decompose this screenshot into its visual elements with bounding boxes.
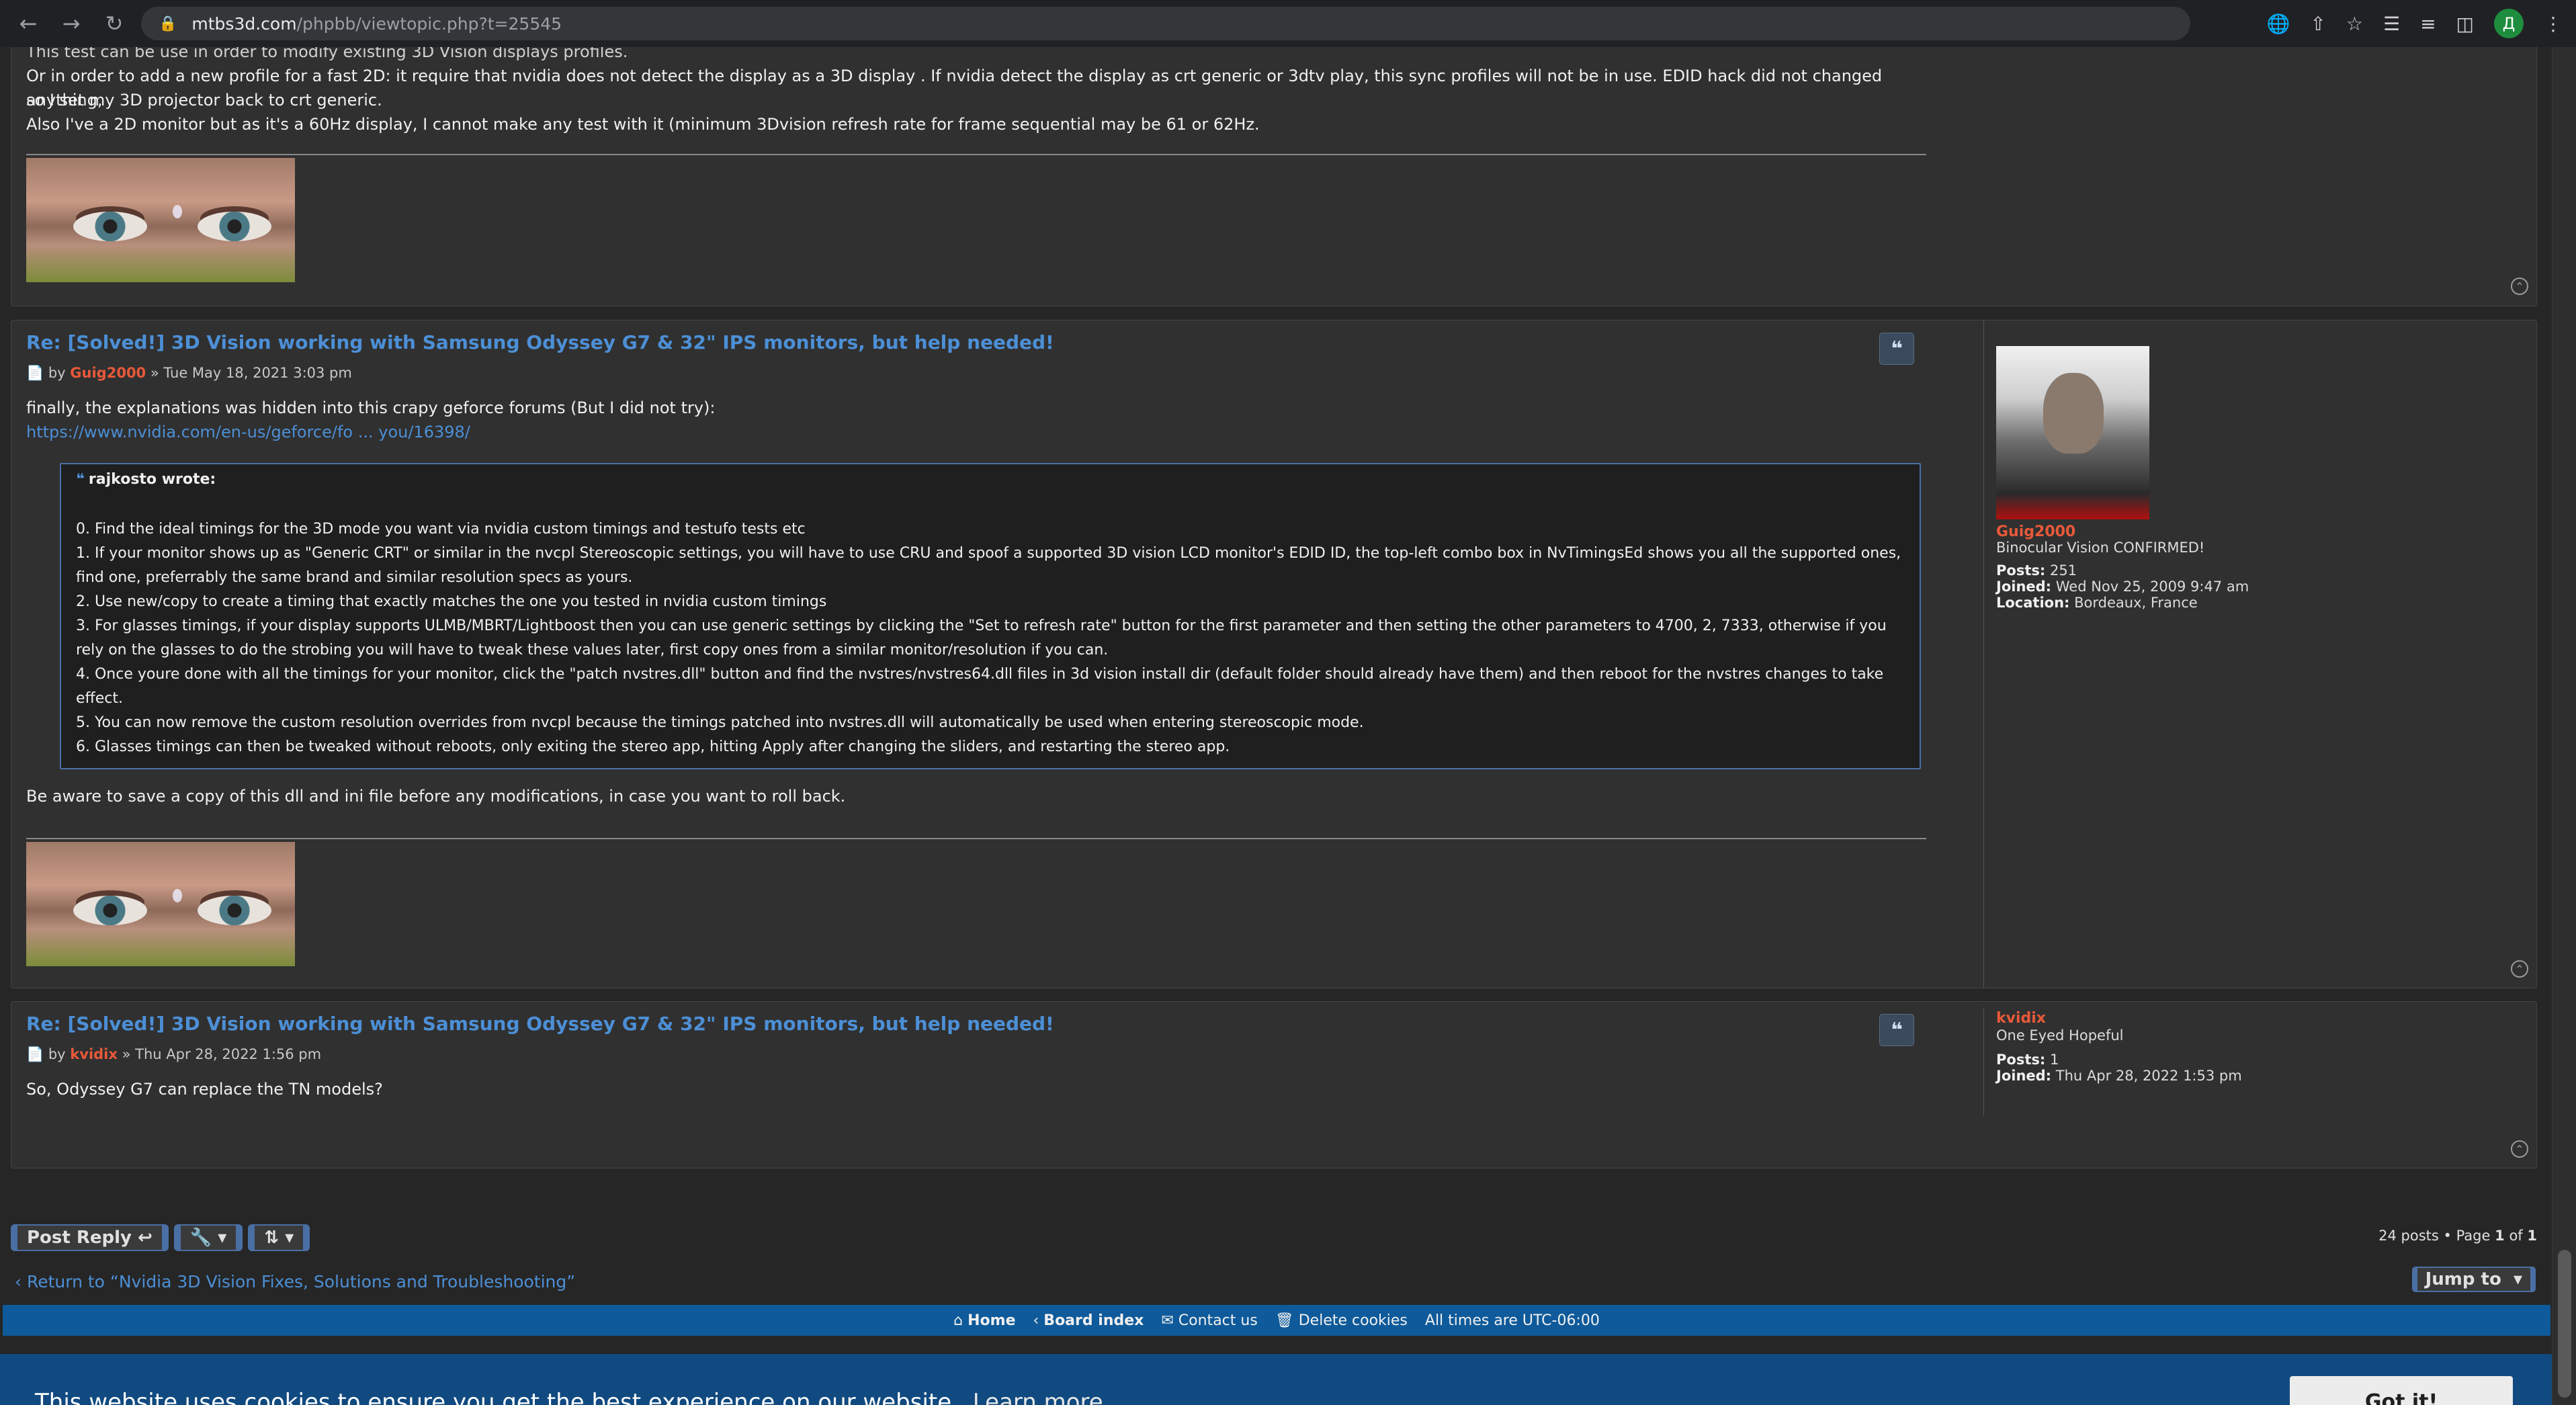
cookie-banner: This website uses cookies to ensure you … [0,1354,2553,1405]
address-bar[interactable]: 🔒 mtbs3d.com/phpbb/viewtopic.php?t=25545 [141,7,2190,40]
post-guig2000: Re: [Solved!] 3D Vision working with Sam… [11,320,2537,988]
post-line: Also I've a 2D monitor but as it's a 60H… [26,115,1260,134]
return-to-forum-link[interactable]: ‹ Return to “Nvidia 3D Vision Fixes, Sol… [15,1272,575,1291]
profile-joined: Joined: Wed Nov 25, 2009 9:47 am [1996,579,2249,595]
post-meta: 📄 by Guig2000 » Tue May 18, 2021 3:03 pm [26,365,352,381]
reading-list-icon[interactable]: ≡ [2420,13,2436,35]
quote-line: find one, preferrably the same brand and… [76,569,633,586]
share-icon[interactable]: ⇧ [2310,13,2325,35]
avatar[interactable] [1996,346,2149,519]
board-index-link[interactable]: ‹ Board index [1033,1312,1144,1329]
chevron-down-icon: ▾ [285,1228,294,1248]
back-to-top-icon[interactable]: ⌃ [2511,278,2528,295]
profile-username[interactable]: kvidix [1996,1010,2046,1027]
reload-icon[interactable]: ↻ [99,9,129,38]
translate-icon[interactable]: 🌐 [2267,13,2290,35]
quote-line: 4. Once youre done with all the timings … [76,666,1884,683]
chevron-down-icon: ▾ [218,1228,227,1248]
reply-arrow-icon: ↩ [138,1228,153,1248]
home-icon: ⌂ [953,1312,963,1329]
browser-toolbar: ← → ↻ 🔒 mtbs3d.com/phpbb/viewtopic.php?t… [0,0,2576,47]
post-profile: Guig2000 Binocular Vision CONFIRMED! Pos… [1983,321,2521,988]
profile-posts: Posts: 251 [1996,562,2077,579]
post-kvidix: Re: [Solved!] 3D Vision working with Sam… [11,1001,2537,1168]
profile-location: Location: Bordeaux, France [1996,595,2198,611]
quote-line: rely on the glasses to do the strobing y… [76,642,1109,658]
menu-kebab-icon[interactable]: ⋮ [2544,13,2563,35]
post-body-outro: Be aware to save a copy of this dll and … [26,787,846,806]
cookie-message: This website uses cookies to ensure you … [35,1389,959,1405]
quote-line: 2. Use new/copy to create a timing that … [76,593,827,610]
profile-rank: One Eyed Hopeful [1996,1027,2124,1044]
accept-cookies-button[interactable]: Got it! [2290,1376,2513,1405]
post-title-link[interactable]: Re: [Solved!] 3D Vision working with Sam… [26,331,1054,353]
lock-icon: 🔒 [159,15,177,32]
signature-image [26,158,295,282]
delete-cookies-link[interactable]: 🗑 Delete cookies [1275,1312,1408,1329]
profile-posts: Posts: 1 [1996,1052,2059,1068]
profile-username[interactable]: Guig2000 [1996,523,2075,540]
back-icon[interactable]: ← [13,9,43,38]
post-author-link[interactable]: Guig2000 [70,365,146,381]
post-line: so I set my 3D projector back to crt gen… [26,91,382,110]
post-line: This test can be use in order to modify … [26,47,628,61]
side-panel-icon[interactable]: ◫ [2456,13,2474,35]
bookmark-star-icon[interactable]: ☆ [2346,13,2363,35]
sort-options-button[interactable]: ⇅ ▾ [248,1224,310,1251]
post-profile: kvidix One Eyed Hopeful Posts: 1 Joined:… [1983,1009,2521,1116]
back-to-top-icon[interactable]: ⌃ [2511,1140,2528,1158]
url-host: mtbs3d.com [191,13,297,34]
profile-joined: Joined: Thu Apr 28, 2022 1:53 pm [1996,1068,2242,1084]
quote-line: effect. [76,690,123,707]
timezone-text: All times are UTC-06:00 [1424,1312,1600,1329]
scrollbar-thumb[interactable] [2558,1250,2571,1398]
post-icon[interactable]: 📄 [26,365,44,381]
quote-icon: ❝ [76,471,85,488]
signature-divider [26,838,1926,839]
profile-avatar[interactable]: Д [2494,9,2524,38]
url-path: /phpbb/viewtopic.php?t=25545 [296,13,562,34]
wrench-icon: 🔧 [189,1228,212,1248]
topic-actions: Post Reply ↩ 🔧 ▾ ⇅ ▾ [11,1224,310,1251]
home-link[interactable]: ⌂ Home [953,1312,1015,1329]
signature-divider [26,154,1926,155]
post-title-link[interactable]: Re: [Solved!] 3D Vision working with Sam… [26,1013,1054,1035]
pagination: 24 posts • Page 1 of 1 [2378,1228,2537,1244]
footer-bar: ⌂ Home ‹ Board index ✉ Contact us 🗑 Dele… [3,1305,2550,1336]
quote-line: 1. If your monitor shows up as "Generic … [76,545,1901,562]
quote-author: rajkosto wrote: [88,471,216,488]
profile-rank: Binocular Vision CONFIRMED! [1996,540,2205,556]
envelope-icon: ✉ [1161,1312,1174,1329]
trash-icon: 🗑 [1275,1312,1294,1329]
quote-line: 3. For glasses timings, if your display … [76,618,1887,634]
quote-line: 0. Find the ideal timings for the 3D mod… [76,521,806,538]
sort-icon: ⇅ [264,1228,280,1248]
forward-icon[interactable]: → [56,9,86,38]
post-meta: 📄 by kvidix » Thu Apr 28, 2022 1:56 pm [26,1046,322,1062]
page-viewport: This test can be use in order to modify … [0,47,2576,1405]
post-partial: This test can be use in order to modify … [11,47,2537,306]
post-author-link[interactable]: kvidix [70,1046,118,1062]
post-icon[interactable]: 📄 [26,1046,44,1062]
quote-line: 5. You can now remove the custom resolut… [76,714,1364,731]
post-external-link[interactable]: https://www.nvidia.com/en-us/geforce/fo … [26,420,1934,444]
quote-button[interactable]: ❝ [1879,333,1914,365]
chevron-down-icon: ▾ [2513,1269,2522,1289]
quote-line: 6. Glasses timings can then be tweaked w… [76,738,1230,755]
post-reply-button[interactable]: Post Reply ↩ [11,1224,169,1251]
post-body-intro: finally, the explanations was hidden int… [26,398,716,417]
topic-tools-button[interactable]: 🔧 ▾ [173,1224,243,1251]
signature-image [26,842,295,966]
quote-block: ❝ rajkosto wrote: 0. Find the ideal timin… [60,463,1921,769]
post-body: So, Odyssey G7 can replace the TN models… [26,1080,383,1099]
quote-button[interactable]: ❝ [1879,1014,1914,1046]
extensions-icon[interactable]: ☰ [2383,13,2400,35]
learn-more-link[interactable]: Learn more [973,1389,1103,1405]
jump-to-button[interactable]: Jump to ▾ [2411,1267,2536,1292]
page-scrollbar[interactable] [2552,47,2576,1405]
contact-link[interactable]: ✉ Contact us [1161,1312,1257,1329]
